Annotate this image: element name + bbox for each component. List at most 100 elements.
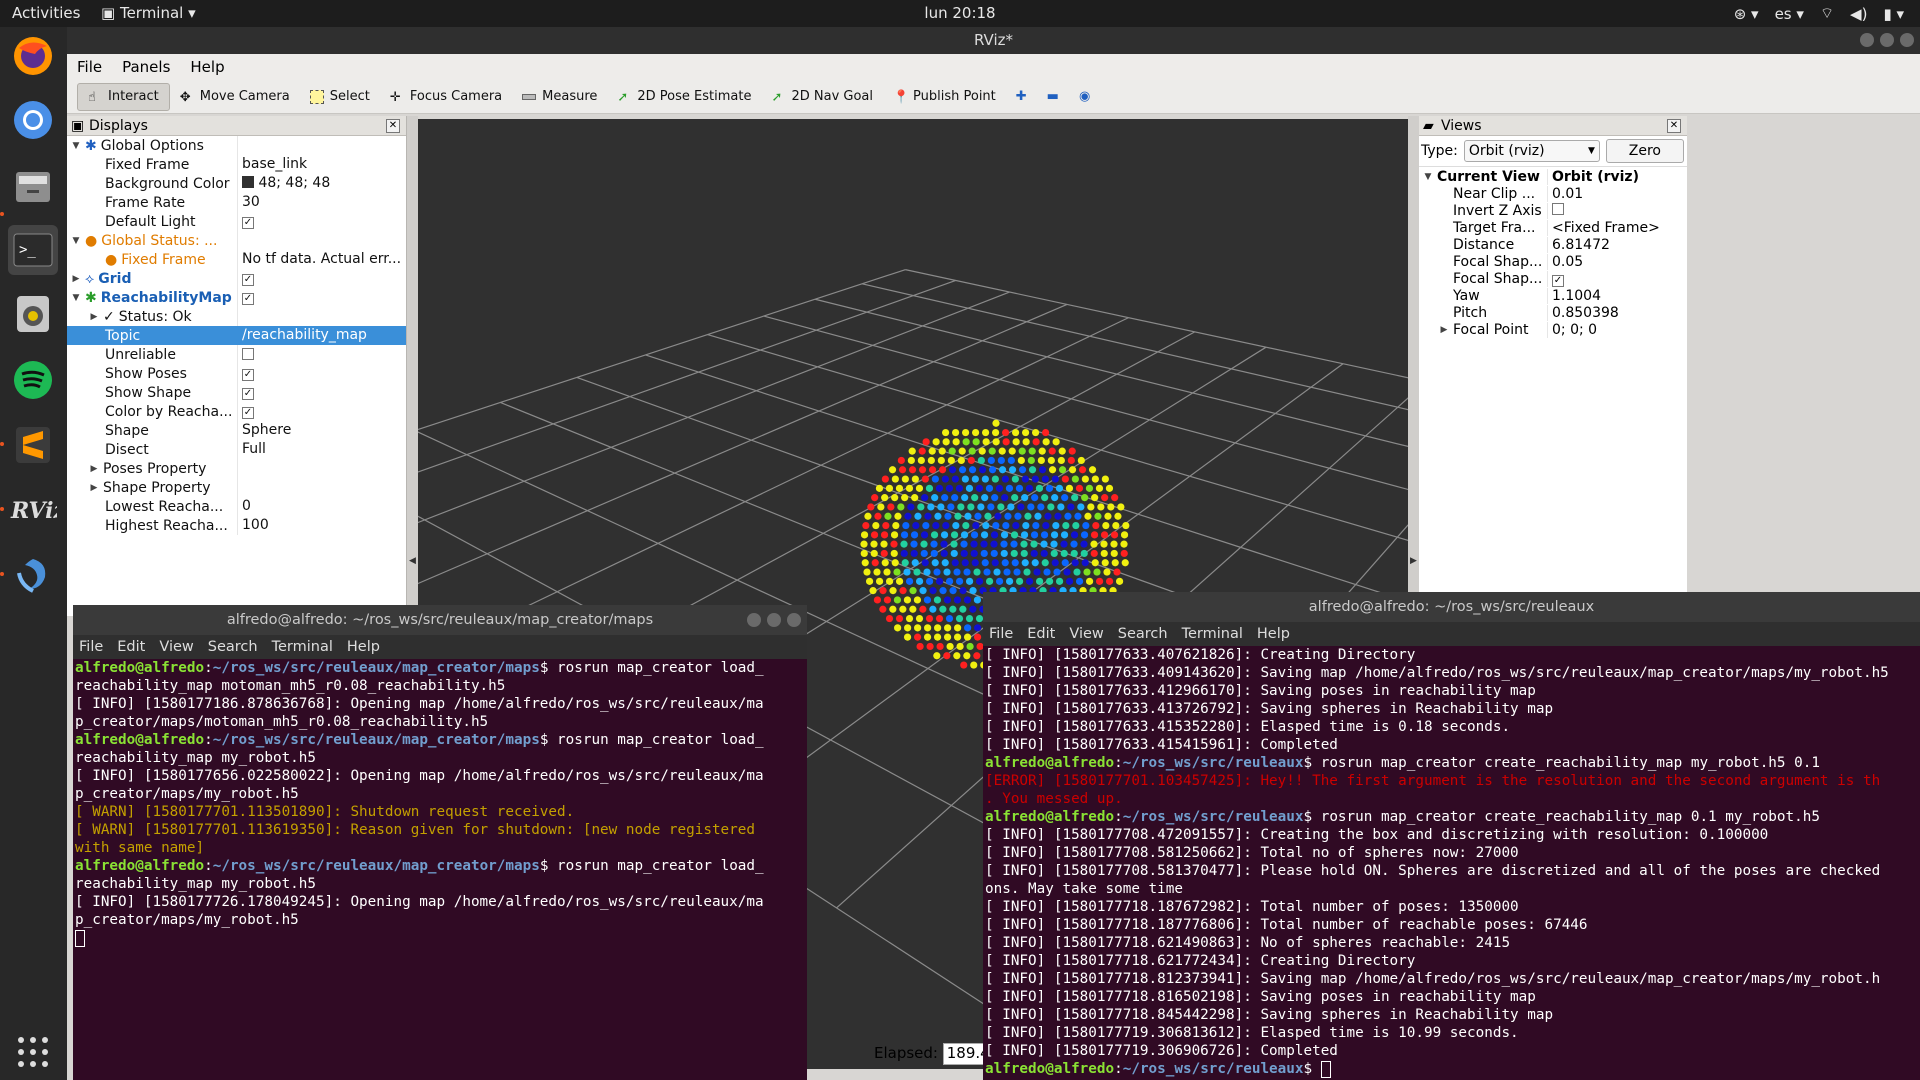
checkbox[interactable]: ✓ (242, 293, 254, 305)
menu-edit[interactable]: Edit (1027, 626, 1055, 642)
tree-row[interactable]: ▶ ⟡ Grid ✓ (67, 269, 406, 288)
expand-icon[interactable]: ▶ (89, 312, 99, 322)
focus-camera-tool[interactable]: ✛ Focus Camera (380, 83, 512, 111)
menu-terminal[interactable]: Terminal (1182, 626, 1243, 642)
tree-row[interactable]: Frame Rate 30 (67, 193, 406, 212)
checkbox[interactable] (1552, 202, 1564, 215)
close-button[interactable] (787, 613, 801, 627)
tree-row[interactable]: Lowest Reacha... 0 (67, 497, 406, 516)
terminal-window-reuleaux[interactable]: alfredo@alfredo: ~/ros_ws/src/reuleaux F… (983, 592, 1920, 1080)
tree-row[interactable]: Near Clip ... 0.01 (1419, 185, 1687, 202)
terminal-output[interactable]: [ INFO] [1580177633.407621826]: Creating… (983, 646, 1920, 1078)
row-value[interactable]: 0.850398 (1547, 304, 1687, 321)
row-value[interactable]: /reachability_map (237, 326, 406, 345)
tree-row[interactable]: Unreliable (67, 345, 406, 364)
checkbox[interactable]: ✓ (242, 388, 254, 400)
tree-row[interactable]: Color by Reacha... ✓ (67, 402, 406, 421)
view-type-select[interactable]: Orbit (rviz) ▼ (1463, 140, 1600, 162)
rviz-icon[interactable]: RViz (8, 485, 58, 535)
expand-icon[interactable]: ▶ (71, 274, 81, 284)
tree-row[interactable]: ▼ Current View Orbit (rviz) (1419, 168, 1687, 185)
pose-estimate-tool[interactable]: ➚ 2D Pose Estimate (607, 83, 761, 111)
tree-row[interactable]: Highest Reacha... 100 (67, 516, 406, 535)
checkbox[interactable]: ✓ (1552, 274, 1564, 287)
tree-row-selected[interactable]: Topic/reachability_map (67, 326, 406, 345)
files-icon[interactable] (8, 161, 58, 211)
close-button[interactable] (1900, 33, 1914, 47)
tree-row[interactable]: Default Light ✓ (67, 212, 406, 231)
expand-icon[interactable]: ▶ (89, 464, 99, 474)
menu-file[interactable]: File (77, 58, 102, 76)
checkbox[interactable] (242, 348, 254, 360)
tree-row[interactable]: Show Poses ✓ (67, 364, 406, 383)
terminal-window-maps[interactable]: alfredo@alfredo: ~/ros_ws/src/reuleaux/m… (73, 605, 807, 1080)
row-value[interactable]: base_link (237, 155, 406, 174)
move-camera-tool[interactable]: ✥ Move Camera (170, 83, 300, 111)
spotify-icon[interactable] (8, 355, 58, 405)
row-value[interactable]: 0 (237, 497, 406, 516)
remove-tool-button[interactable]: ▬ (1037, 83, 1069, 111)
menu-search[interactable]: Search (1118, 626, 1168, 642)
tree-row[interactable]: Yaw 1.1004 (1419, 287, 1687, 304)
menu-search[interactable]: Search (208, 639, 258, 655)
menu-file[interactable]: File (79, 639, 103, 655)
tree-row[interactable]: Focal Shap... 0.05 (1419, 253, 1687, 270)
row-value[interactable]: Full (237, 440, 406, 459)
clock[interactable]: lun 20:18 (0, 4, 1920, 22)
zero-button[interactable]: Zero (1605, 139, 1684, 163)
terminal-icon[interactable]: >_ (8, 225, 58, 275)
nav-goal-tool[interactable]: ➚ 2D Nav Goal (761, 83, 883, 111)
tree-row[interactable]: ▼ ● Global Status: ... (67, 231, 406, 250)
row-value[interactable]: 48; 48; 48 (237, 174, 406, 193)
expand-icon[interactable]: ▼ (1423, 172, 1433, 182)
battery-icon[interactable]: ▮ ▾ (1883, 5, 1904, 23)
measure-tool[interactable]: Measure (512, 83, 607, 111)
tree-row[interactable]: Distance 6.81472 (1419, 236, 1687, 253)
activities-button[interactable]: Activities (12, 4, 80, 22)
tree-row[interactable]: Pitch 0.850398 (1419, 304, 1687, 321)
tree-row[interactable]: ▼ ✱ Global Options (67, 136, 406, 155)
row-value[interactable]: 6.81472 (1547, 236, 1687, 253)
tree-row[interactable]: ▼ ✱ ReachabilityMap ✓ (67, 288, 406, 307)
chromium-icon[interactable] (8, 95, 58, 145)
tree-row[interactable]: Fixed Frame base_link (67, 155, 406, 174)
tree-row[interactable]: Show Shape ✓ (67, 383, 406, 402)
close-icon[interactable]: ✕ (1667, 119, 1681, 133)
language-indicator[interactable]: es ▾ (1775, 5, 1804, 23)
minimize-button[interactable] (1860, 33, 1874, 47)
collapse-right-icon[interactable]: ▶ (1410, 556, 1417, 566)
row-value[interactable]: 30 (237, 193, 406, 212)
sublime-icon[interactable] (8, 420, 58, 470)
tree-row[interactable]: Focal Shap... ✓ (1419, 270, 1687, 287)
rviz-titlebar[interactable]: RViz* (67, 27, 1920, 54)
menu-edit[interactable]: Edit (117, 639, 145, 655)
maximize-button[interactable] (1880, 33, 1894, 47)
interact-tool[interactable]: ☝ Interact (77, 82, 170, 111)
expand-icon[interactable]: ▶ (89, 483, 99, 493)
add-tool-button[interactable]: ✚ (1006, 83, 1037, 111)
select-tool[interactable]: Select (300, 83, 380, 111)
tree-row[interactable]: Shape Sphere (67, 421, 406, 440)
tree-row[interactable]: ▶ ✓ Status: Ok (67, 307, 406, 326)
tree-row[interactable]: ▶ Shape Property (67, 478, 406, 497)
menu-help[interactable]: Help (347, 639, 380, 655)
close-icon[interactable]: ✕ (386, 119, 400, 133)
app-icon[interactable] (8, 550, 58, 600)
expand-icon[interactable]: ▶ (1439, 325, 1449, 335)
collapse-left-icon[interactable]: ◀ (409, 556, 416, 566)
row-value[interactable]: 0.05 (1547, 253, 1687, 270)
terminal-titlebar[interactable]: alfredo@alfredo: ~/ros_ws/src/reuleaux/m… (73, 605, 807, 635)
row-value[interactable]: Sphere (237, 421, 406, 440)
tree-row[interactable]: ▶ Poses Property (67, 459, 406, 478)
expand-icon[interactable]: ▼ (71, 293, 81, 303)
tree-row[interactable]: Target Fra... <Fixed Frame> (1419, 219, 1687, 236)
expand-icon[interactable]: ▼ (71, 236, 81, 246)
tree-row[interactable]: Invert Z Axis (1419, 202, 1687, 219)
maximize-button[interactable] (767, 613, 781, 627)
menu-help[interactable]: Help (190, 58, 224, 76)
menu-help[interactable]: Help (1257, 626, 1290, 642)
rhythmbox-icon[interactable] (8, 289, 58, 339)
menu-file[interactable]: File (989, 626, 1013, 642)
tree-row[interactable]: ▶ Focal Point 0; 0; 0 (1419, 321, 1687, 338)
terminal-output[interactable]: alfredo@alfredo:~/ros_ws/src/reuleaux/ma… (73, 659, 807, 947)
